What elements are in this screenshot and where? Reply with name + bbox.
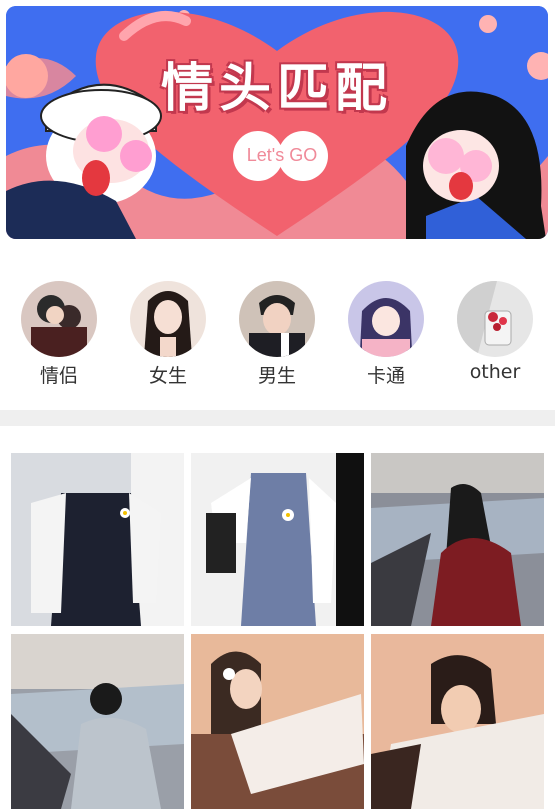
banner-title: 情头匹配 xyxy=(160,59,393,119)
category-cartoon[interactable]: 卡通 xyxy=(346,281,426,388)
category-label: 女生 xyxy=(148,365,187,387)
photo-item[interactable] xyxy=(191,634,364,809)
boy-avatar xyxy=(239,281,315,357)
photo-item[interactable] xyxy=(11,453,184,626)
photo-item[interactable] xyxy=(191,453,364,626)
girl-avatar xyxy=(130,281,206,357)
category-girl[interactable]: 女生 xyxy=(128,281,208,388)
cartoon-avatar xyxy=(348,281,424,357)
category-couple[interactable]: 情侣 xyxy=(19,281,99,388)
category-label: 卡通 xyxy=(366,365,405,387)
photo-item[interactable] xyxy=(371,453,544,626)
match-banner[interactable]: 情头匹配 Let's GO xyxy=(6,6,548,239)
lets-go-button[interactable]: Let's GO xyxy=(236,131,328,179)
category-row: 情侣 女生 男生 卡通 other xyxy=(0,281,555,391)
category-label: 男生 xyxy=(257,365,296,387)
category-other[interactable]: other xyxy=(455,281,535,383)
category-label: other xyxy=(469,361,521,383)
photo-item[interactable] xyxy=(11,634,184,809)
photo-grid xyxy=(11,453,544,809)
section-divider xyxy=(0,410,555,426)
category-label: 情侣 xyxy=(39,365,78,387)
couple-avatar xyxy=(21,281,97,357)
photo-item[interactable] xyxy=(371,634,544,809)
app-page: 情头匹配 Let's GO 情侣 女生 男生 卡通 other xyxy=(0,0,555,809)
banner-illustration xyxy=(6,6,548,239)
category-boy[interactable]: 男生 xyxy=(237,281,317,388)
other-avatar xyxy=(457,281,533,357)
